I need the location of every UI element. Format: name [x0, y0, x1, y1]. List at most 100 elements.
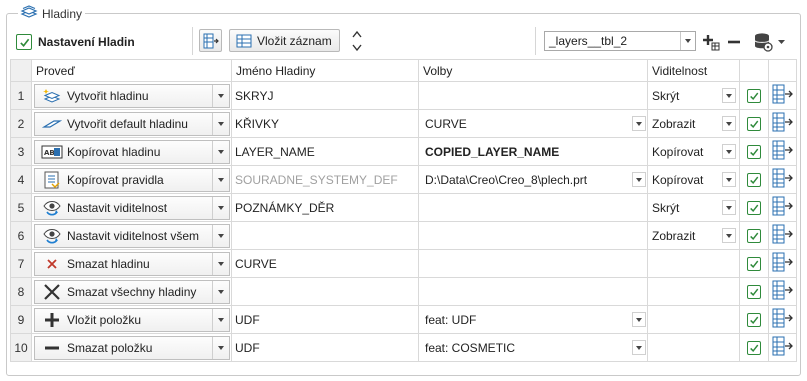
options-combo[interactable]: feat: COSMETIC: [420, 335, 647, 361]
layer-name-cell[interactable]: SOURADNE_SYSTEMY_DEF: [231, 165, 419, 194]
table-select-value: _layers__tbl_2: [549, 34, 628, 48]
enabled-checkbox[interactable]: [747, 200, 761, 215]
action-button[interactable]: Vložit položku: [34, 308, 230, 332]
options-value[interactable]: [420, 89, 426, 103]
action-button[interactable]: Vytvořit hladinu: [34, 84, 230, 108]
chevron-down-icon[interactable]: [212, 85, 229, 107]
chevron-down-icon[interactable]: [212, 309, 229, 331]
action-button[interactable]: Vytvořit default hladinu: [34, 112, 230, 136]
enabled-checkbox[interactable]: [747, 144, 761, 159]
options-combo[interactable]: D:\Data\Creo\Creo_8\plech.prt: [420, 167, 647, 193]
layer-name-cell[interactable]: UDF: [231, 333, 419, 362]
row-edit-icon[interactable]: [772, 196, 794, 219]
move-up-down-control[interactable]: [351, 29, 363, 53]
layer-name-cell[interactable]: POZNÁMKY_DĚR: [231, 193, 419, 222]
visibility-all-icon: [41, 226, 63, 246]
layer-name-cell[interactable]: SKRYJ: [231, 81, 419, 110]
row-edit-icon[interactable]: [772, 308, 794, 331]
action-button[interactable]: Smazat položku: [34, 336, 230, 360]
enabled-checkbox[interactable]: [747, 228, 761, 243]
options-combo[interactable]: CURVE: [420, 111, 647, 137]
visibility-combo[interactable]: Zobrazit: [649, 111, 739, 137]
group-title-text: Hladiny: [42, 6, 83, 21]
enabled-cell: [739, 305, 769, 334]
visibility-combo[interactable]: Skrýt: [649, 83, 739, 109]
layer-name-cell[interactable]: [231, 277, 419, 306]
options-value[interactable]: [420, 229, 426, 243]
row-edit-icon[interactable]: [772, 112, 794, 135]
remove-table-button[interactable]: [727, 33, 741, 51]
action-button[interactable]: Smazat hladinu: [34, 252, 230, 276]
layers-table: Proveď Jméno Hladiny Volby Viditelnost 1…: [10, 59, 797, 362]
layer-name-value: [233, 285, 236, 299]
row-edit-icon[interactable]: [772, 140, 794, 163]
layer-name-cell[interactable]: LAYER_NAME: [231, 137, 419, 166]
chevron-down-icon[interactable]: [212, 337, 229, 359]
table-edit-button[interactable]: [199, 29, 222, 52]
options-combo[interactable]: feat: UDF: [420, 307, 647, 333]
layer-name-value: KŘIVKY: [235, 116, 280, 131]
row-edit-icon[interactable]: [772, 336, 794, 359]
chevron-down-icon[interactable]: [212, 253, 229, 275]
add-table-button[interactable]: [702, 33, 720, 51]
options-cell: COPIED_LAYER_NAME: [418, 137, 648, 166]
row-edit-icon[interactable]: [772, 168, 794, 191]
visibility-cell: [647, 305, 740, 334]
chevron-down-icon[interactable]: [212, 141, 229, 163]
action-button[interactable]: AB Kopírovat hladinu: [34, 140, 230, 164]
row-edit-icon[interactable]: [772, 84, 794, 107]
action-cell: Vložit položku: [31, 305, 232, 334]
enabled-checkbox[interactable]: [747, 284, 761, 299]
action-label: Smazat hladinu: [67, 257, 150, 271]
chevron-down-icon[interactable]: [212, 281, 229, 303]
layer-name-cell[interactable]: CURVE: [231, 249, 419, 278]
options-value[interactable]: [420, 257, 426, 271]
table-row: 4 Kopírovat pravidla SOURADNE_SYSTEMY_DEF D…: [10, 165, 797, 194]
column-header-visibility[interactable]: Viditelnost: [647, 59, 740, 82]
settings-checkbox[interactable]: [16, 34, 32, 50]
action-button[interactable]: Nastavit viditelnost: [34, 196, 230, 220]
column-header-options[interactable]: Volby: [418, 59, 648, 82]
row-edit-icon[interactable]: [772, 224, 794, 247]
chevron-down-icon[interactable]: [212, 197, 229, 219]
chevron-down-icon[interactable]: [212, 113, 229, 135]
layer-name-cell[interactable]: [231, 221, 419, 250]
enabled-checkbox[interactable]: [747, 312, 761, 327]
action-button[interactable]: Smazat všechny hladiny: [34, 280, 230, 304]
options-cell: [418, 81, 648, 110]
enabled-checkbox[interactable]: [747, 88, 761, 103]
row-number: 2: [10, 109, 32, 138]
row-edit-icon[interactable]: [772, 252, 794, 275]
enabled-checkbox[interactable]: [747, 172, 761, 187]
column-header-layer-name[interactable]: Jméno Hladiny: [231, 59, 419, 82]
visibility-combo[interactable]: Zobrazit: [649, 223, 739, 249]
options-value[interactable]: [420, 285, 426, 299]
row-action-cell: [768, 109, 797, 138]
chevron-down-icon[interactable]: [212, 169, 229, 191]
table-row: 7 Smazat hladinu CURVE: [10, 249, 797, 278]
layer-name-cell[interactable]: KŘIVKY: [231, 109, 419, 138]
visibility-combo[interactable]: Kopírovat: [649, 139, 739, 165]
action-button[interactable]: Kopírovat pravidla: [34, 168, 230, 192]
options-value[interactable]: [420, 201, 426, 215]
visibility-combo[interactable]: Kopírovat: [649, 167, 739, 193]
column-header-action[interactable]: Proveď: [31, 59, 232, 82]
options-cell: [418, 221, 648, 250]
visibility-combo[interactable]: Skrýt: [649, 195, 739, 221]
enabled-checkbox[interactable]: [747, 256, 761, 271]
enabled-checkbox[interactable]: [747, 340, 761, 355]
table-select-combo[interactable]: _layers__tbl_2: [544, 31, 696, 51]
enabled-checkbox[interactable]: [747, 116, 761, 131]
visibility-cell: Zobrazit: [647, 221, 740, 250]
database-menu-button[interactable]: [753, 32, 789, 52]
chevron-down-icon: [722, 88, 736, 103]
row-edit-icon[interactable]: [772, 280, 794, 303]
table-row: 2 Vytvořit default hladinu KŘIVKY CURVE Zobr…: [10, 109, 797, 138]
layer-name-value: [233, 229, 236, 243]
options-cell: feat: COSMETIC: [418, 333, 648, 362]
layer-name-cell[interactable]: UDF: [231, 305, 419, 334]
chevron-down-icon[interactable]: [212, 225, 229, 247]
options-value[interactable]: COPIED_LAYER_NAME: [420, 145, 559, 159]
insert-record-button[interactable]: Vložit záznam: [229, 29, 340, 52]
action-button[interactable]: Nastavit viditelnost všem: [34, 224, 230, 248]
